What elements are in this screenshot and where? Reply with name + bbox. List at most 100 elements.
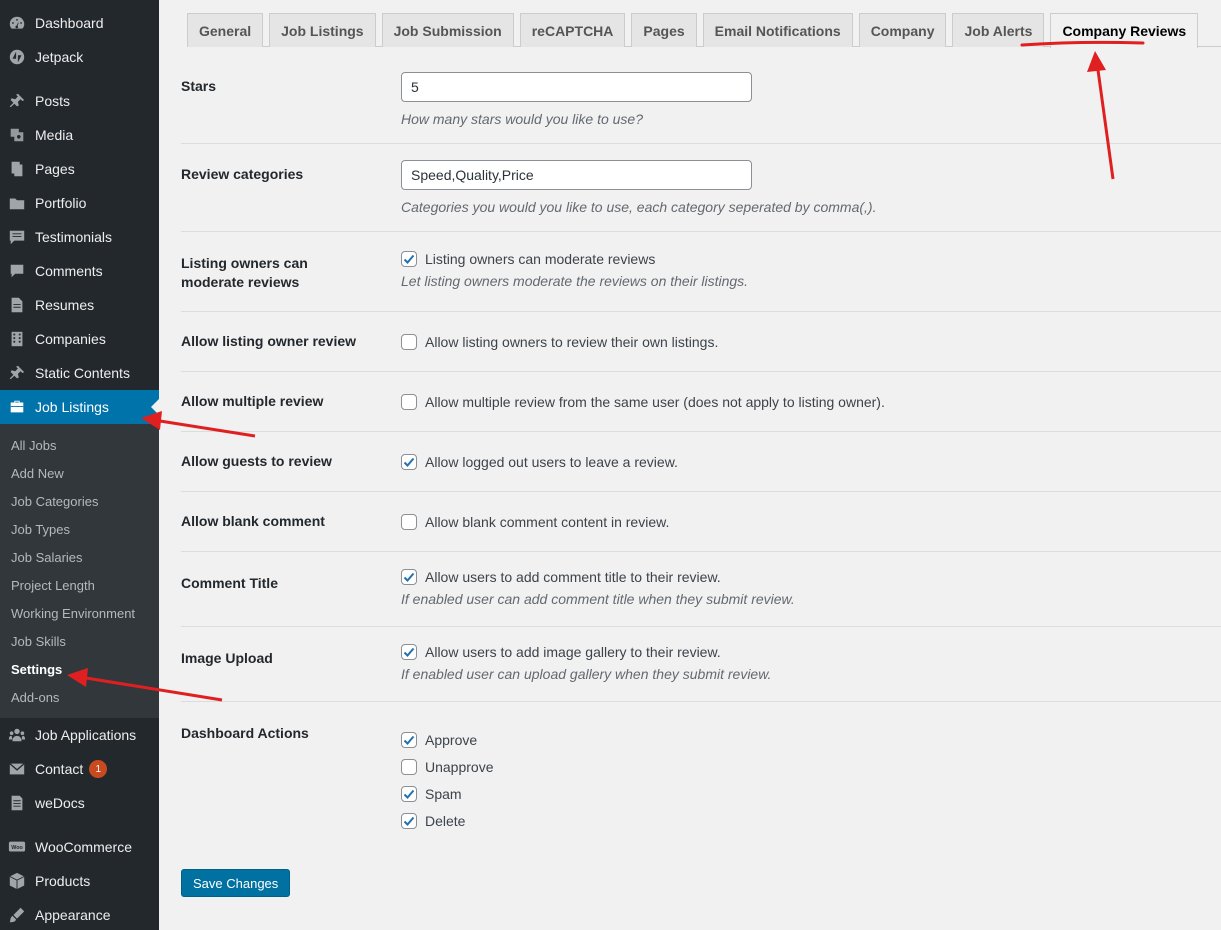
owner-review-checkbox[interactable] [401, 333, 417, 350]
tab-recaptcha[interactable]: reCAPTCHA [519, 13, 626, 47]
approve-checkbox[interactable] [401, 731, 417, 748]
setting-label: Review categories [181, 166, 304, 182]
box-icon [7, 871, 27, 891]
tab-general[interactable]: General [187, 13, 264, 47]
tab-email-notifications[interactable]: Email Notifications [702, 13, 853, 47]
menu-job-applications[interactable]: Job Applications [0, 718, 159, 752]
comment-icon [7, 261, 27, 281]
checkbox-label: Approve [425, 731, 478, 748]
submenu-add-ons[interactable]: Add-ons [0, 683, 159, 711]
unapprove-checkbox-line[interactable]: Unapprove [401, 753, 1221, 780]
menu-label: weDocs [35, 795, 85, 811]
multiple-review-checkbox[interactable] [401, 393, 417, 410]
submenu-job-types[interactable]: Job Types [0, 515, 159, 543]
menu-products[interactable]: Products [0, 864, 159, 898]
setting-label: Listing owners can moderate reviews [181, 255, 308, 290]
setting-label: Dashboard Actions [181, 725, 309, 741]
menu-job-listings[interactable]: Job Listings [0, 390, 159, 424]
menu-portfolio[interactable]: Portfolio [0, 186, 159, 220]
submenu-job-salaries[interactable]: Job Salaries [0, 543, 159, 571]
menu-pages[interactable]: Pages [0, 152, 159, 186]
setting-row-comment-title: Comment Title Allow users to add comment… [181, 552, 1221, 627]
submenu-all-jobs[interactable]: All Jobs [0, 431, 159, 459]
menu-resumes[interactable]: Resumes [0, 288, 159, 322]
multiple-review-checkbox-line[interactable]: Allow multiple review from the same user… [401, 393, 1221, 410]
setting-description: How many stars would you like to use? [401, 111, 643, 127]
save-changes-button[interactable]: Save Changes [181, 869, 291, 897]
setting-row-multiple-review: Allow multiple review Allow multiple rev… [181, 372, 1221, 432]
appearance-icon [7, 905, 27, 925]
spam-checkbox[interactable] [401, 785, 417, 802]
menu-testimonials[interactable]: Testimonials [0, 220, 159, 254]
tab-job-submission[interactable]: Job Submission [381, 13, 514, 47]
blank-comment-checkbox[interactable] [401, 513, 417, 530]
menu-wedocs[interactable]: weDocs [0, 786, 159, 820]
submenu-settings[interactable]: Settings [0, 655, 159, 683]
comment-title-checkbox[interactable] [401, 569, 417, 585]
dashboard-icon [7, 13, 27, 33]
pages-icon [7, 159, 27, 179]
job-listings-submenu: All Jobs Add New Job Categories Job Type… [0, 424, 159, 718]
guests-checkbox[interactable] [401, 453, 417, 470]
delete-checkbox-line[interactable]: Delete [401, 807, 1221, 834]
image-upload-checkbox[interactable] [401, 644, 417, 660]
submenu-job-categories[interactable]: Job Categories [0, 487, 159, 515]
menu-comments[interactable]: Comments [0, 254, 159, 288]
spam-checkbox-line[interactable]: Spam [401, 780, 1221, 807]
image-upload-checkbox-line[interactable]: Allow users to add image gallery to thei… [401, 644, 1221, 660]
menu-static-contents[interactable]: Static Contents [0, 356, 159, 390]
delete-checkbox[interactable] [401, 812, 417, 829]
tab-pages[interactable]: Pages [631, 13, 697, 47]
stars-input[interactable] [401, 72, 752, 102]
submenu-working-environment[interactable]: Working Environment [0, 599, 159, 627]
menu-jetpack[interactable]: Jetpack [0, 40, 159, 74]
tab-job-alerts[interactable]: Job Alerts [952, 13, 1045, 47]
checkbox-label: Listing owners can moderate reviews [425, 251, 656, 267]
menu-contact[interactable]: Contact 1 [0, 752, 159, 786]
portfolio-icon [7, 193, 27, 213]
menu-label: Portfolio [35, 195, 87, 211]
tab-company[interactable]: Company [858, 13, 947, 47]
menu-label: Comments [35, 263, 103, 279]
tab-job-listings[interactable]: Job Listings [269, 13, 376, 47]
menu-posts[interactable]: Posts [0, 84, 159, 118]
document-icon [7, 295, 27, 315]
svg-text:Woo: Woo [11, 845, 23, 851]
moderate-checkbox-line[interactable]: Listing owners can moderate reviews [401, 251, 1221, 267]
setting-label: Comment Title [181, 575, 278, 591]
setting-row-owner-review: Allow listing owner review Allow listing… [181, 312, 1221, 372]
menu-dashboard[interactable]: Dashboard [0, 6, 159, 40]
setting-description: If enabled user can upload gallery when … [401, 666, 772, 682]
menu-label: Contact [35, 761, 84, 777]
unapprove-checkbox[interactable] [401, 758, 417, 775]
main-content: General Job Listings Job Submission reCA… [159, 0, 1221, 930]
groups-icon [7, 725, 27, 745]
docs-icon [7, 793, 27, 813]
submenu-job-skills[interactable]: Job Skills [0, 627, 159, 655]
approve-checkbox-line[interactable]: Approve [401, 726, 1221, 753]
menu-label: Posts [35, 93, 71, 109]
briefcase-icon [7, 397, 27, 417]
setting-label: Stars [181, 78, 217, 94]
review-categories-input[interactable] [401, 160, 752, 190]
menu-companies[interactable]: Companies [0, 322, 159, 356]
menu-woocommerce[interactable]: Woo WooCommerce [0, 830, 159, 864]
submenu-add-new[interactable]: Add New [0, 459, 159, 487]
menu-label: Resumes [35, 297, 95, 313]
guests-checkbox-line[interactable]: Allow logged out users to leave a review… [401, 453, 1221, 470]
submenu-project-length[interactable]: Project Length [0, 571, 159, 599]
owner-review-checkbox-line[interactable]: Allow listing owners to review their own… [401, 333, 1221, 350]
woocommerce-icon: Woo [7, 837, 27, 857]
checkbox-label: Delete [425, 812, 466, 829]
menu-appearance[interactable]: Appearance [0, 898, 159, 930]
setting-row-image-upload: Image Upload Allow users to add image ga… [181, 627, 1221, 702]
moderate-checkbox[interactable] [401, 251, 417, 267]
comment-title-checkbox-line[interactable]: Allow users to add comment title to thei… [401, 569, 1221, 585]
blank-comment-checkbox-line[interactable]: Allow blank comment content in review. [401, 513, 1221, 530]
tab-company-reviews[interactable]: Company Reviews [1050, 13, 1199, 48]
setting-row-moderate: Listing owners can moderate reviews List… [181, 232, 1221, 312]
checkbox-label: Allow logged out users to leave a review… [425, 453, 678, 470]
menu-media[interactable]: Media [0, 118, 159, 152]
setting-label: Allow listing owner review [181, 333, 357, 349]
testimonial-icon [7, 227, 27, 247]
